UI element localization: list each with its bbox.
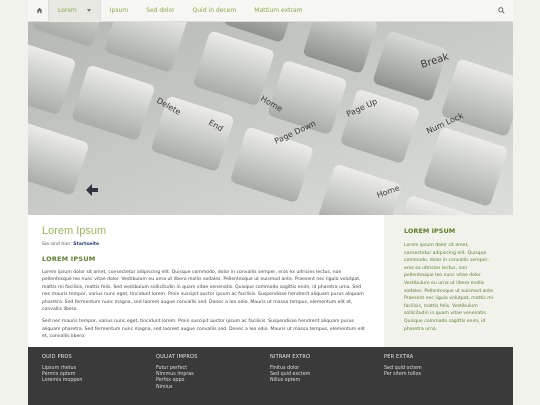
nav-item-quid-in-decem[interactable]: Quid in decem [184,0,246,22]
footer: QUID PROS Lipsum rhetus Permix optem Lor… [28,347,513,405]
footer-column: QUID PROS Lipsum rhetus Permix optem Lor… [42,354,156,405]
footer-column: NITRAM EXTRO Finitus dolor Sed quid exct… [270,354,384,405]
footer-column-title: QULIAT IMPROS [156,354,198,360]
nav-item-label: Lorem [58,7,77,14]
footer-link[interactable]: Nimius [156,385,270,391]
home-icon[interactable] [30,0,48,22]
footer-column: PER EXTRA Sed quid octem Per sitem tollo… [384,354,498,405]
nav-item-label: Quid in decem [192,7,237,14]
sidebar-text: Lorem ipsum dolor sit amet, consectetur … [404,243,495,332]
top-navigation: Lorem Ipsum Sed dolor Quid in decem Matt… [28,0,513,22]
footer-link[interactable]: Per sitem tollos [384,372,498,378]
main-content: Lorem Ipsum Sie sind hier: Startseite LO… [28,215,384,347]
nav-item-label: Mattium extram [254,7,303,14]
nav-item-label: Sed dolor [146,7,175,14]
nav-item-lorem[interactable]: Lorem [48,0,101,22]
breadcrumb-link-startseite[interactable]: Startseite [73,242,99,247]
breadcrumb-prefix: Sie sind hier: [42,242,72,247]
footer-column-title: PER EXTRA [384,354,414,360]
search-icon[interactable] [495,5,507,17]
footer-column-title: NITRAM EXTRO [270,354,311,360]
footer-column: QULIAT IMPROS Futur perfect Nimmus impra… [156,354,270,405]
footer-column-title: QUID PROS [42,354,72,360]
nav-item-sed-dolor[interactable]: Sed dolor [137,0,184,22]
body-paragraph: Sed nec mauris tempor, varius nunc eget,… [42,319,365,340]
page-title: Lorem Ipsum [42,225,107,237]
section-title: LOREM IPSUM [42,255,96,263]
nav-item-mattium-extram[interactable]: Mattium extram [245,0,311,22]
body-paragraph: Lorem ipsum dolor sit amet, consectetur … [42,270,364,313]
breadcrumb: Sie sind hier: Startseite [42,242,370,247]
nav-item-label: Ipsum [109,7,129,14]
sidebar-title: LOREM IPSUM [404,227,456,235]
hero-keyboard-image: Break Home Page Up Num Lock Delete End P… [28,22,513,215]
footer-link[interactable]: Loremix moppen [42,378,156,384]
footer-link[interactable]: Nillus optem [270,378,384,384]
page-margin-right [513,0,540,405]
sidebar: LOREM IPSUM Lorem ipsum dolor sit amet, … [384,215,513,347]
page-margin-left [0,0,28,405]
chevron-down-icon [86,9,91,12]
nav-item-ipsum[interactable]: Ipsum [101,0,137,22]
